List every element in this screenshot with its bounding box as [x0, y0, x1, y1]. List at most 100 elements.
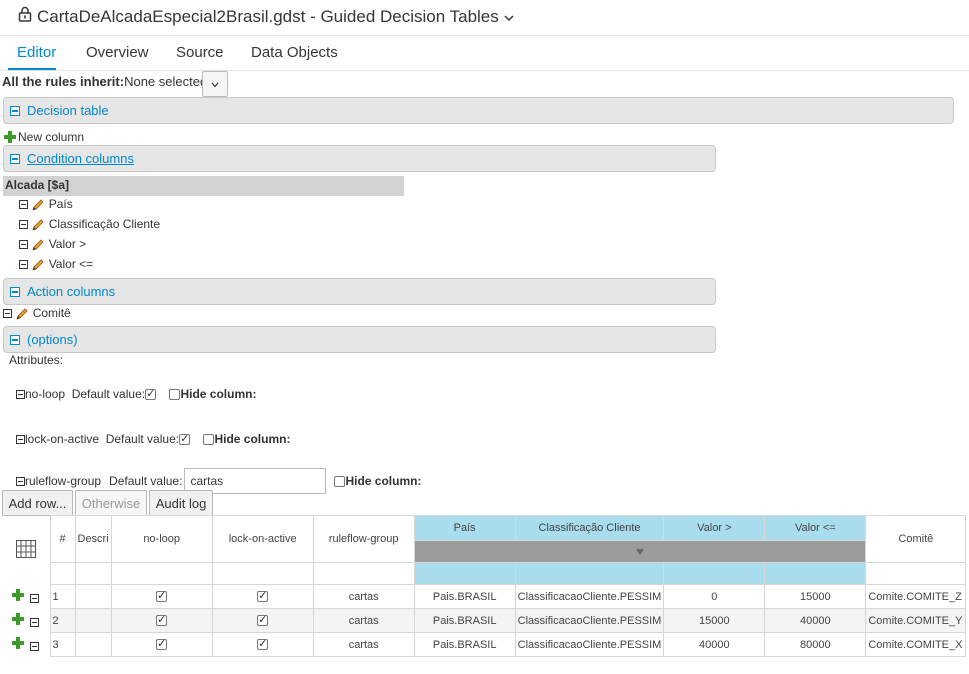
minus-icon[interactable]	[19, 220, 28, 230]
lock-on-active-checkbox[interactable]	[257, 637, 269, 651]
options-panel[interactable]: (options)	[3, 326, 716, 353]
default-value-checkbox[interactable]	[145, 387, 157, 401]
minus-icon[interactable]	[19, 240, 28, 250]
chevron-down-icon[interactable]	[504, 7, 514, 27]
header-filler	[413, 562, 516, 585]
chevron-down-icon	[211, 77, 219, 91]
valor-max-cell[interactable]: 15000	[764, 584, 867, 609]
attribute-name: lock-on-active	[25, 432, 100, 446]
hide-column-checkbox[interactable]	[203, 434, 215, 446]
tab-source[interactable]: Source	[176, 44, 224, 61]
header-filler	[74, 562, 112, 585]
col-header-pais[interactable]: País	[413, 515, 516, 541]
col-header-num[interactable]: #	[49, 515, 76, 563]
pattern-sort-bar[interactable]	[413, 540, 867, 563]
no-loop-checkbox[interactable]	[156, 637, 168, 651]
valor-min-cell[interactable]: 40000	[663, 632, 766, 657]
col-header-ruleflow-group[interactable]: ruleflow-group	[312, 515, 415, 563]
lock-on-active-checkbox[interactable]	[257, 589, 269, 603]
minus-icon[interactable]	[16, 390, 25, 400]
no-loop-checkbox[interactable]	[156, 589, 168, 603]
row-description[interactable]	[74, 632, 112, 657]
col-header-valor-min[interactable]: Valor >	[663, 515, 766, 541]
lock-on-active-cell[interactable]	[211, 632, 314, 657]
valor-min-cell[interactable]: 15000	[663, 608, 766, 633]
minus-icon[interactable]	[16, 435, 25, 445]
pais-cell[interactable]: Pais.BRASIL	[413, 632, 516, 657]
otherwise-button[interactable]: Otherwise	[75, 490, 147, 516]
valor-max-cell[interactable]: 40000	[764, 608, 867, 633]
pencil-icon[interactable]	[31, 258, 45, 272]
hide-column-checkbox[interactable]	[334, 475, 346, 487]
action-item: Comitê	[3, 306, 71, 321]
options-panel-label[interactable]: (options)	[27, 332, 78, 347]
action-columns-panel[interactable]: Action columns	[3, 278, 716, 305]
col-header-valor-max[interactable]: Valor <=	[764, 515, 867, 541]
collapse-icon[interactable]	[10, 335, 20, 345]
condition-columns-panel-label[interactable]: Condition columns	[27, 151, 134, 166]
col-header-comite[interactable]: Comitê	[865, 515, 967, 563]
audit-log-button[interactable]: Audit log	[149, 490, 213, 516]
minus-icon[interactable]	[19, 200, 28, 210]
pais-cell[interactable]: Pais.BRASIL	[413, 584, 516, 609]
classificacao-cell[interactable]: ClassificacaoCliente.PESSIM	[514, 584, 665, 609]
comite-cell[interactable]: Comite.COMITE_Z	[865, 584, 967, 609]
pencil-icon[interactable]	[31, 198, 45, 212]
minus-icon[interactable]	[3, 309, 12, 319]
no-loop-cell[interactable]	[110, 584, 213, 609]
add-row-button[interactable]: Add row...	[2, 490, 73, 516]
pais-cell[interactable]: Pais.BRASIL	[413, 608, 516, 633]
comite-cell[interactable]: Comite.COMITE_X	[865, 632, 967, 657]
decision-table-panel-label[interactable]: Decision table	[27, 103, 109, 118]
table-row: 1 cartas Pais.BRASIL ClassificacaoClient…	[2, 584, 967, 609]
condition-columns-panel[interactable]: Condition columns	[3, 145, 716, 172]
row-description[interactable]	[74, 584, 112, 609]
minus-icon[interactable]	[16, 476, 25, 486]
hide-column-checkbox[interactable]	[169, 389, 181, 401]
minus-icon[interactable]	[30, 641, 40, 651]
tab-data-objects[interactable]: Data Objects	[251, 44, 338, 61]
decision-table-panel[interactable]: Decision table	[3, 97, 954, 124]
grid-layout-icon[interactable]	[15, 539, 36, 561]
lock-on-active-cell[interactable]	[211, 584, 314, 609]
no-loop-checkbox[interactable]	[156, 613, 168, 627]
collapse-icon[interactable]	[10, 154, 20, 164]
ruleflow-cell[interactable]: cartas	[312, 632, 415, 657]
row-description[interactable]	[74, 608, 112, 633]
col-header-description[interactable]: Descri	[74, 515, 112, 563]
new-column-link[interactable]: New column	[4, 130, 84, 144]
file-title: CartaDeAlcadaEspecial2Brasil.gdst - Guid…	[37, 6, 499, 26]
plus-icon[interactable]	[12, 637, 25, 649]
collapse-icon[interactable]	[10, 106, 20, 116]
ruleflow-cell[interactable]: cartas	[312, 584, 415, 609]
col-header-no-loop[interactable]: no-loop	[110, 515, 213, 563]
tab-editor[interactable]: Editor	[17, 44, 56, 61]
minus-icon[interactable]	[30, 593, 40, 603]
minus-icon[interactable]	[30, 617, 40, 627]
no-loop-cell[interactable]	[110, 608, 213, 633]
default-value-checkbox[interactable]	[179, 432, 191, 446]
plus-icon[interactable]	[12, 613, 25, 625]
classificacao-cell[interactable]: ClassificacaoCliente.PESSIM	[514, 632, 665, 657]
header-filler	[110, 562, 213, 585]
minus-icon[interactable]	[19, 260, 28, 270]
action-columns-panel-label[interactable]: Action columns	[27, 284, 115, 299]
lock-on-active-cell[interactable]	[211, 608, 314, 633]
pencil-icon[interactable]	[31, 238, 45, 252]
tab-overview[interactable]: Overview	[86, 44, 149, 61]
pencil-icon[interactable]	[15, 307, 29, 321]
classificacao-cell[interactable]: ClassificacaoCliente.PESSIM	[514, 608, 665, 633]
col-header-classificacao[interactable]: Classificação Cliente	[514, 515, 665, 541]
pencil-icon[interactable]	[31, 218, 45, 232]
col-header-lock-on-active[interactable]: lock-on-active	[211, 515, 314, 563]
comite-cell[interactable]: Comite.COMITE_Y	[865, 608, 967, 633]
ruleflow-cell[interactable]: cartas	[312, 608, 415, 633]
valor-max-cell[interactable]: 80000	[764, 632, 867, 657]
sort-arrow-icon	[636, 546, 644, 558]
collapse-icon[interactable]	[10, 287, 20, 297]
no-loop-cell[interactable]	[110, 632, 213, 657]
inherit-dropdown-button[interactable]	[202, 71, 228, 97]
lock-on-active-checkbox[interactable]	[257, 613, 269, 627]
plus-icon[interactable]	[12, 589, 25, 601]
valor-min-cell[interactable]: 0	[663, 584, 766, 609]
